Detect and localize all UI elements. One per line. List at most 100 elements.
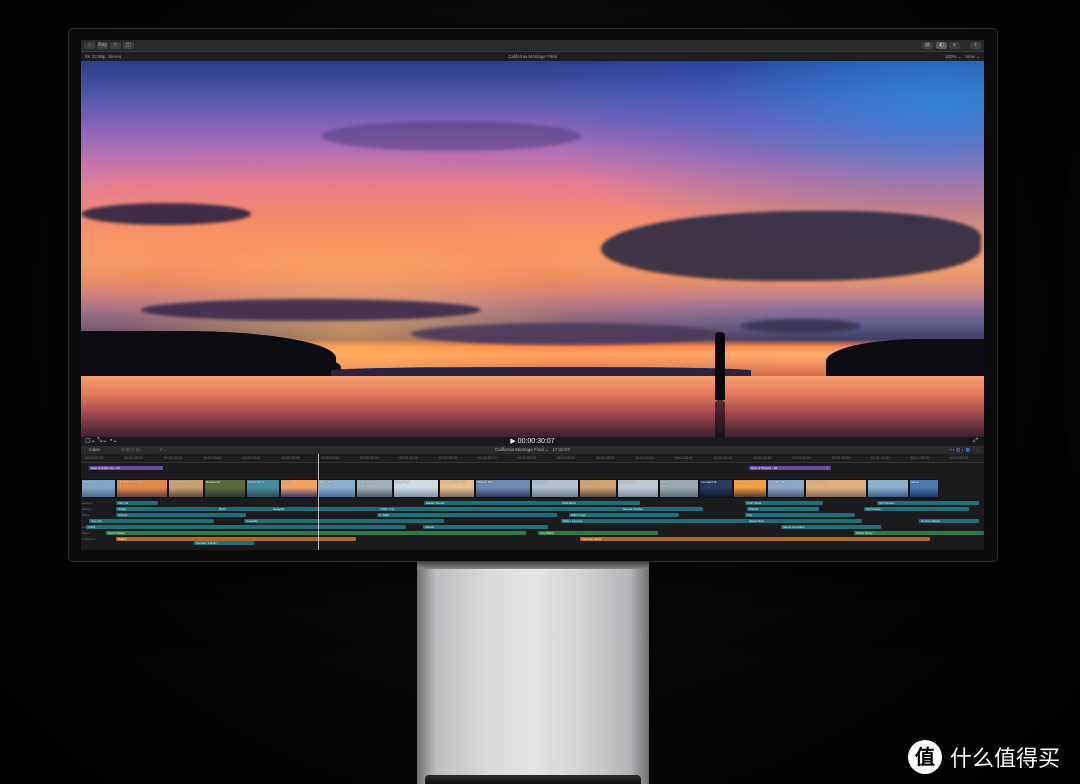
timeline-clip[interactable]: Mission Bay — [475, 479, 531, 498]
timeline-clip[interactable]: Ferry Ride — [393, 479, 439, 498]
fullscreen-icon[interactable]: ⤢ — [973, 437, 978, 446]
timeline-clip[interactable]: Lake Tahoe — [318, 479, 356, 498]
audio-clip[interactable]: Sweet Sunshine — [781, 525, 881, 529]
timeline-clip[interactable]: Tahoe — [909, 479, 939, 498]
timeline-clip[interactable]: Redwoods — [204, 479, 246, 498]
timecode-display[interactable]: 00:00:30:07 — [518, 438, 555, 445]
audio-clip[interactable]: Intro 02 — [116, 501, 158, 505]
clip-label: Redwoods — [206, 480, 221, 484]
ruler-tick: 00:01:20:00 — [713, 456, 733, 460]
timeline-clip[interactable]: Palace of Fine Arts — [439, 479, 475, 498]
clip-label: Palace of Fine Arts — [441, 480, 467, 484]
cloud — [141, 299, 481, 321]
audio-clip[interactable]: Horizon Music — [919, 519, 979, 523]
audio-clip[interactable]: Beach — [116, 537, 356, 541]
stand-cutout — [425, 775, 641, 784]
primary-storyline: Misty Ocean Lands End Sunset Island Sunris… — [81, 479, 984, 498]
audio-clip[interactable]: Sand Sweep — [106, 531, 526, 535]
ruler-tick: 00:00:50:00 — [478, 456, 497, 460]
water-reflection — [81, 376, 984, 437]
timeline-clip[interactable]: Big Sur — [867, 479, 909, 498]
timeline-clip[interactable]: SF City Hall — [767, 479, 805, 498]
audio-clip[interactable]: Summer Glow — [580, 537, 930, 541]
audio-clip[interactable]: Surf Sunset — [877, 501, 979, 505]
clip-label: Ferry Ride — [395, 480, 410, 484]
share-button[interactable]: ⇪ — [970, 42, 981, 49]
audio-clip[interactable]: Birds — [217, 507, 277, 511]
zoom-dropdown[interactable]: 100% ⌄ — [945, 54, 962, 59]
browser-toggle-button[interactable]: ▤ — [922, 42, 933, 49]
timeline-clip[interactable]: Misty Ocean — [81, 479, 116, 498]
ruler-tick: 00:01:15:00 — [674, 456, 694, 460]
storyline-bar[interactable]: Best of California - 02 — [89, 466, 163, 470]
ruler-tick: 00:00:00:00 — [85, 456, 104, 460]
audio-clip[interactable]: Ocean — [377, 513, 557, 517]
timeline-toggle-button[interactable]: ◧ — [936, 42, 947, 49]
audio-clip[interactable]: City Life — [89, 519, 214, 523]
audio-clip[interactable]: Strings — [116, 513, 246, 517]
app-toolbar: ↓ Key □ ◫ ▤ ◧ ≡ ⇪ — [81, 40, 984, 52]
clip-label: Civic Center — [581, 480, 598, 484]
playhead[interactable] — [318, 454, 319, 550]
timeline-clip[interactable]: Civic Center — [579, 479, 617, 498]
audio-clip[interactable]: City — [745, 513, 855, 517]
ruler-tick: 00:00:25:00 — [281, 456, 301, 460]
audio-clip[interactable]: Surf Fiesta — [864, 507, 969, 511]
timeline-clip[interactable]: Big Sur — [280, 479, 318, 498]
inspector-toggle-button[interactable]: ≡ — [949, 42, 960, 49]
layout-button[interactable]: ◫ — [123, 42, 134, 49]
timeline-clip[interactable]: South Shore — [246, 479, 280, 498]
ruler-tick: 00:01:40:00 — [871, 456, 890, 460]
audio-clip[interactable]: City Plains — [538, 531, 658, 535]
audio-clip[interactable]: Waves — [747, 507, 819, 511]
audio-clip[interactable]: Waves — [423, 525, 548, 529]
timeline-ruler[interactable]: 00:00:00:00 00:00:05:00 00:00:10:00 00:00:1… — [81, 454, 984, 463]
audio-controls-icon[interactable]: ◖◗ ▥ ◐ ▦ ⋮⋮ — [949, 446, 980, 454]
background-tasks-button[interactable]: □ — [110, 42, 121, 49]
import-button[interactable]: ↓ — [84, 42, 95, 49]
ruler-tick: 00:01:25:00 — [753, 456, 772, 460]
audio-clip[interactable]: Wind Loop — [569, 513, 679, 517]
play-icon[interactable]: ▶ — [510, 438, 515, 445]
timeline-clip[interactable]: Marin — [659, 479, 699, 498]
ruler-tick: 00:01:35:00 — [831, 456, 851, 460]
monitor-stand — [417, 561, 649, 784]
final-cut-window: ↓ Key □ ◫ ▤ ◧ ≡ ⇪ 8K 23.98p, Stereo Cali… — [81, 40, 984, 550]
cloud — [321, 121, 581, 151]
audio-clip[interactable]: Chill Vibes — [745, 501, 823, 505]
view-dropdown[interactable]: View ⌄ — [965, 54, 980, 59]
audio-clip[interactable]: Street Music — [854, 531, 984, 535]
timeline-clip[interactable]: Emerald Bay — [356, 479, 393, 498]
timeline-tracks[interactable]: Best of California - 02 Best of Wheels -… — [81, 463, 984, 550]
audio-clip[interactable]: Sunset Chorus — [621, 507, 681, 511]
audio-clip[interactable]: Wind — [86, 525, 406, 529]
audio-clip[interactable]: Chill Wind — [560, 501, 640, 505]
cloud — [411, 323, 721, 345]
distant-hills — [331, 367, 751, 376]
timeline-clip[interactable]: Golden Gate — [617, 479, 659, 498]
timeline-clip[interactable]: Bay Bridge — [531, 479, 579, 498]
keyword-button[interactable]: Key — [97, 42, 108, 49]
watermark-logo-icon: 值 — [908, 740, 942, 774]
timeline-project-dropdown[interactable]: California Montage Final ⌄ — [495, 447, 549, 452]
viewer-header: 8K 23.98p, Stereo California Montage Fin… — [81, 52, 984, 61]
project-title: California Montage Final — [508, 54, 557, 59]
audio-clip[interactable]: Market — [381, 513, 389, 517]
video-viewer[interactable] — [81, 61, 984, 437]
storyline-bar[interactable]: Best of Wheels - 02 — [749, 466, 831, 470]
audio-clip[interactable]: Sweet Surf — [747, 519, 862, 523]
timeline-clip[interactable]: Island Sunrise — [168, 479, 204, 498]
audio-clip[interactable]: Narrator Pacific — [194, 541, 254, 545]
timeline-clip[interactable]: Lombard St — [699, 479, 733, 498]
watermark: 值 什么值得买 — [908, 740, 1060, 774]
audio-clip[interactable]: Seagulls — [244, 519, 444, 523]
clip-label: Mission Bay — [477, 480, 494, 484]
clip-label: Golden Gate — [619, 480, 637, 484]
person-reflection — [715, 400, 725, 437]
timeline-clip[interactable]: Sunset Beach — [805, 479, 867, 498]
lane-label: Dialog — [82, 525, 91, 529]
timeline-clip[interactable]: Lands End Sunset — [116, 479, 168, 498]
timeline-clip[interactable]: Gold Sunset — [733, 479, 767, 498]
audio-clip[interactable]: Elastic Sound — [424, 501, 569, 505]
lane-label: Ambient — [82, 501, 94, 505]
